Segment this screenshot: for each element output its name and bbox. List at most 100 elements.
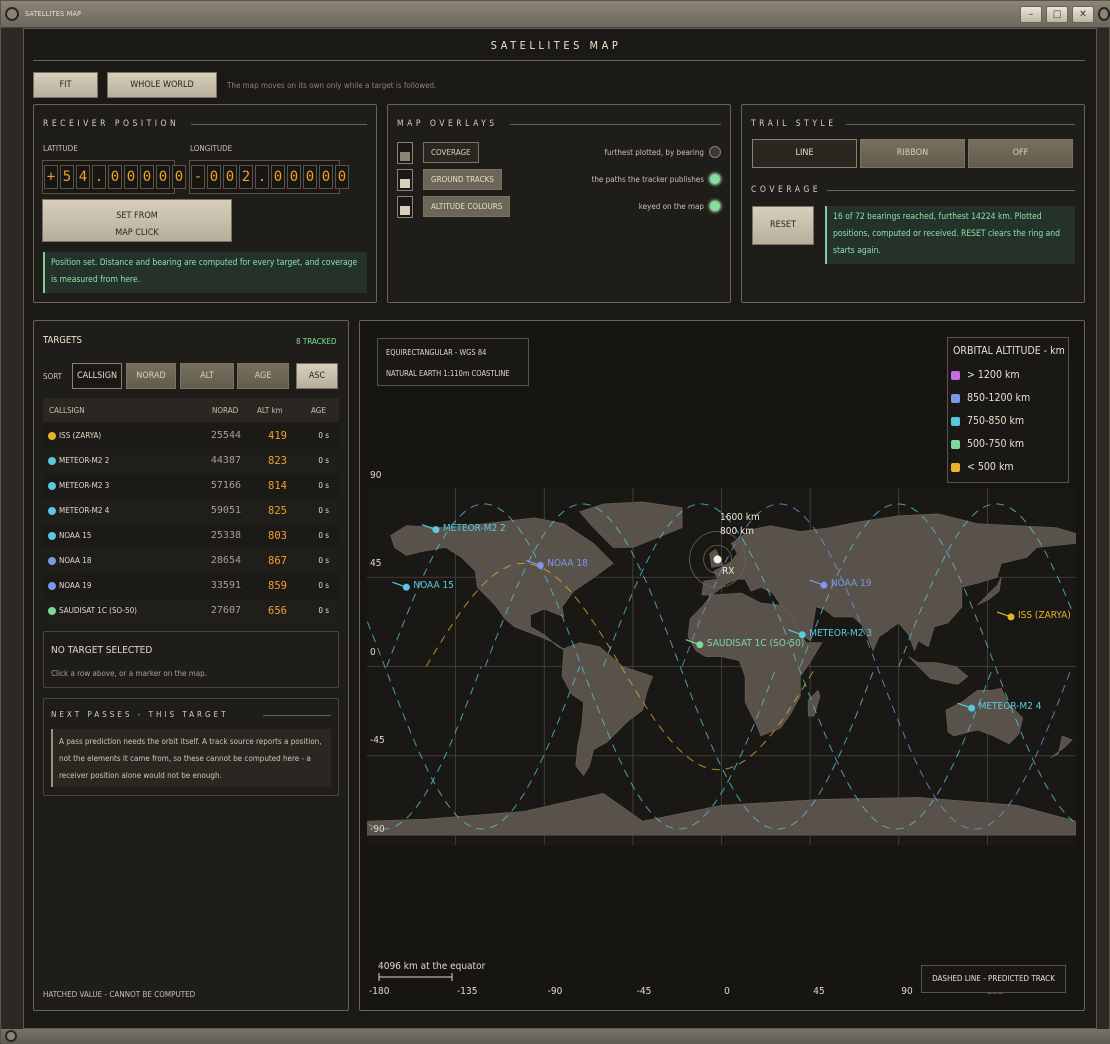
row-age: 0 s	[318, 456, 329, 465]
next-passes-note: A pass prediction needs the orbit itself…	[51, 729, 331, 787]
row-age: 0 s	[318, 431, 329, 440]
overlay-status-led	[709, 200, 721, 212]
satellite-label[interactable]: METEOR-M2 4	[979, 701, 1042, 712]
latitude-digit: 0	[140, 165, 154, 189]
altitude-color-dot	[48, 482, 56, 490]
table-row[interactable]: METEOR-M2 4 59051 825 0 s	[43, 499, 339, 524]
row-altitude: 419	[268, 430, 287, 442]
overlay-description: keyed on the map	[638, 202, 704, 211]
trail-ribbon-button[interactable]: RIBBON	[860, 139, 965, 168]
satellite-marker	[402, 583, 410, 591]
title-divider	[33, 60, 1085, 61]
row-age: 0 s	[318, 581, 329, 590]
latitude-digit: 0	[124, 165, 138, 189]
receiver-heading: RECEIVER POSITION	[43, 119, 180, 129]
legend-item: > 1200 km	[951, 369, 1020, 381]
sort-callsign-button[interactable]: CALLSIGN	[72, 363, 122, 389]
row-norad: 25338	[210, 530, 241, 541]
overlays-heading: MAP OVERLAYS	[397, 119, 498, 129]
trail-off-button[interactable]: OFF	[968, 139, 1073, 168]
coverage-reset-button[interactable]: RESET	[752, 206, 814, 245]
lat-tick-label: 45	[370, 558, 382, 569]
satellite-label[interactable]: METEOR-M2 2	[443, 523, 506, 534]
row-callsign: NOAA 15	[59, 531, 92, 540]
trail-coverage-panel	[741, 104, 1085, 303]
receiver-status-note: Position set. Distance and bearing are c…	[43, 252, 367, 293]
altitude-color-dot	[48, 557, 56, 565]
targets-table-header	[43, 398, 339, 422]
sort-norad-button[interactable]: NORAD	[126, 363, 176, 389]
window-title: SATELLITES MAP	[25, 10, 82, 18]
longitude-digit: 0	[335, 165, 349, 189]
bottom-gear-icon	[5, 1030, 17, 1042]
longitude-digit: -	[191, 165, 205, 189]
col-callsign[interactable]: CALLSIGN	[49, 406, 85, 415]
range-ring-label-800: 800 km	[720, 526, 754, 537]
overlay-description: the paths the tracker publishes	[591, 175, 705, 184]
col-alt[interactable]: ALT km	[257, 406, 283, 415]
toolbar-hint: The map moves on its own only while a ta…	[227, 81, 437, 90]
row-age: 0 s	[318, 606, 329, 615]
satellite-label[interactable]: NOAA 15	[413, 580, 454, 591]
satellite-label[interactable]: ISS (ZARYA)	[1018, 610, 1071, 621]
row-altitude: 656	[268, 605, 287, 617]
satellite-marker	[820, 581, 828, 589]
row-altitude: 814	[268, 480, 287, 492]
altitude-color-dot	[48, 582, 56, 590]
sort-age-button[interactable]: AGE	[237, 363, 289, 389]
app-window: SATELLITES MAP – □ ✕ SATELLITES MAP FIT …	[0, 0, 1110, 1044]
trail-line-button[interactable]: LINE	[752, 139, 857, 168]
world-map[interactable]	[367, 488, 1076, 845]
legend-item: < 500 km	[951, 461, 1014, 473]
altitude-color-dot	[48, 457, 56, 465]
sort-order-button[interactable]: ASC	[296, 363, 338, 389]
table-row[interactable]: METEOR-M2 3 57166 814 0 s	[43, 474, 339, 499]
latitude-digit: .	[92, 165, 106, 189]
coverage-heading: COVERAGE	[751, 185, 822, 195]
overlay-status-led	[709, 173, 721, 185]
lat-tick-label: 90	[370, 470, 382, 481]
altitude-color-dot	[48, 507, 56, 515]
table-row[interactable]: SAUDISAT 1C (SO-50) 27607 656 0 s	[43, 599, 339, 624]
overlay-coverage-button[interactable]: COVERAGE	[423, 142, 479, 163]
overlay-altitude-colours-button[interactable]: ALTITUDE COLOURS	[423, 196, 511, 217]
longitude-digit: 0	[287, 165, 301, 189]
lon-tick-label: -180	[369, 986, 390, 997]
row-callsign: METEOR-M2 4	[59, 506, 110, 515]
whole-world-button[interactable]: WHOLE WORLD	[107, 72, 217, 98]
receiver-label: RX	[722, 566, 735, 577]
satellite-label[interactable]: NOAA 19	[831, 578, 872, 589]
overlay-toggle-swatch[interactable]	[397, 142, 413, 164]
table-row[interactable]: NOAA 18 28654 867 0 s	[43, 549, 339, 574]
minimize-button[interactable]: –	[1020, 6, 1042, 23]
satellite-label[interactable]: METEOR-M2 3	[809, 628, 872, 639]
row-norad: 25544	[210, 430, 241, 441]
overlay-toggle-swatch[interactable]	[397, 196, 413, 218]
row-norad: 44387	[210, 455, 241, 466]
satellite-marker	[696, 641, 704, 649]
table-row[interactable]: ISS (ZARYA) 25544 419 0 s	[43, 424, 339, 449]
col-age[interactable]: AGE	[311, 406, 326, 415]
app-menu-icon[interactable]	[5, 7, 19, 21]
projection-box	[377, 338, 529, 386]
sort-label: SORT	[43, 372, 63, 381]
row-altitude: 859	[268, 580, 287, 592]
row-age: 0 s	[318, 506, 329, 515]
overlay-ground-tracks-button[interactable]: GROUND TRACKS	[423, 169, 502, 190]
col-norad[interactable]: NORAD	[212, 406, 238, 415]
table-row[interactable]: METEOR-M2 2 44387 823 0 s	[43, 449, 339, 474]
longitude-digit: 0	[207, 165, 221, 189]
row-norad: 33591	[210, 580, 241, 591]
sort-alt-button[interactable]: ALT	[180, 363, 234, 389]
latitude-digit: 0	[172, 165, 186, 189]
satellite-label[interactable]: SAUDISAT 1C (SO-50)	[707, 638, 805, 649]
maximize-button[interactable]: □	[1046, 6, 1068, 23]
set-from-map-click-button[interactable]: SET FROM MAP CLICK	[42, 199, 232, 242]
lon-tick-label: -45	[636, 986, 652, 997]
overlay-toggle-swatch[interactable]	[397, 169, 413, 191]
satellite-label[interactable]: NOAA 18	[547, 558, 588, 569]
fit-button[interactable]: FIT	[33, 72, 98, 98]
table-row[interactable]: NOAA 19 33591 859 0 s	[43, 574, 339, 599]
table-row[interactable]: NOAA 15 25338 803 0 s	[43, 524, 339, 549]
close-button[interactable]: ✕	[1072, 6, 1094, 23]
